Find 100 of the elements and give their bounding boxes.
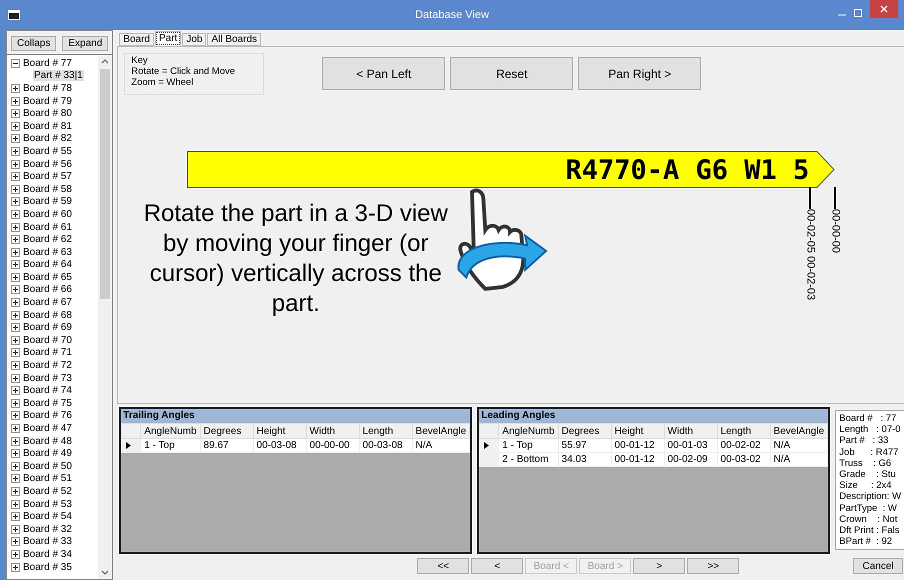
expand-icon[interactable] (11, 436, 20, 446)
column-header[interactable]: BevelAngle (412, 424, 470, 438)
tree-item[interactable]: Board # 80 (22, 108, 73, 120)
collapse-button[interactable]: Collaps (11, 36, 56, 51)
cancel-button[interactable]: Cancel (853, 558, 904, 574)
column-header[interactable]: AngleNumb (498, 424, 558, 438)
tab[interactable]: All Boards (207, 33, 262, 46)
expand-icon[interactable] (11, 122, 20, 131)
column-header[interactable]: Degrees (558, 424, 612, 438)
expand-icon[interactable] (11, 562, 20, 572)
expand-icon[interactable] (11, 210, 20, 219)
nav-button[interactable]: > (633, 558, 686, 574)
tree-item[interactable]: Board # 57 (22, 171, 73, 182)
tree-item[interactable]: Board # 47 (22, 423, 73, 434)
tree-item[interactable]: Board # 75 (22, 398, 73, 409)
tree-item[interactable]: Board # 68 (22, 310, 73, 321)
column-header[interactable]: Width (306, 424, 360, 438)
tree-item[interactable]: Board # 58 (22, 184, 73, 195)
tree-item[interactable]: Board # 67 (22, 297, 73, 308)
tree-item[interactable]: Board # 65 (22, 272, 73, 283)
tree-item[interactable]: Board # 49 (22, 448, 73, 460)
expand-icon[interactable] (11, 310, 20, 320)
tree-item[interactable]: Board # 48 (22, 436, 73, 447)
expand-icon[interactable] (11, 361, 20, 370)
expand-icon[interactable] (11, 172, 20, 182)
expand-icon[interactable] (11, 146, 20, 156)
tree-item[interactable]: Board # 81 (22, 120, 73, 132)
tree-item[interactable]: Board # 71 (22, 347, 73, 358)
tree-item[interactable]: Board # 55 (22, 146, 73, 157)
expand-icon[interactable] (11, 374, 20, 383)
tree-item[interactable]: Board # 60 (22, 208, 73, 220)
expand-icon[interactable] (11, 96, 20, 106)
column-header[interactable]: BevelAngle (770, 424, 828, 438)
column-header[interactable]: Height (611, 424, 664, 438)
expand-icon[interactable] (11, 285, 20, 294)
part-viewer[interactable] (117, 46, 904, 404)
tree-item[interactable]: Board # 70 (22, 334, 73, 346)
expand-icon[interactable] (11, 84, 20, 93)
tree-item[interactable]: Board # 59 (22, 196, 73, 208)
tree-item[interactable]: Board # 77 (22, 58, 73, 69)
tree-item[interactable]: Part # 33|1 (33, 70, 84, 82)
view-button[interactable]: Pan Right > (578, 57, 702, 90)
column-header[interactable]: Degrees (200, 424, 254, 438)
scroll-up-icon[interactable] (101, 58, 110, 64)
expand-icon[interactable] (11, 336, 20, 345)
tree-item[interactable]: Board # 53 (22, 498, 73, 510)
row-header[interactable] (122, 438, 141, 452)
tree-item[interactable]: Board # 56 (22, 158, 73, 170)
expand-icon[interactable] (11, 449, 20, 458)
expand-icon[interactable] (11, 348, 20, 358)
expand-icon[interactable] (11, 424, 20, 434)
expand-icon[interactable] (11, 197, 20, 206)
expand-icon[interactable] (11, 524, 20, 534)
expand-icon[interactable] (11, 398, 20, 408)
tree-item[interactable]: Board # 33 (22, 536, 73, 548)
tab[interactable]: Part (154, 31, 182, 46)
tree-item[interactable]: Board # 78 (22, 82, 73, 94)
view-button[interactable]: < Pan Left (322, 57, 446, 90)
expand-icon[interactable] (11, 411, 20, 420)
tree-item[interactable]: Board # 34 (22, 548, 73, 560)
expand-icon[interactable] (11, 500, 20, 509)
tree-item[interactable]: Board # 69 (22, 322, 73, 334)
tree-item[interactable]: Board # 62 (22, 234, 73, 246)
tree-item[interactable]: Board # 79 (22, 96, 73, 107)
tree-item[interactable]: Board # 66 (22, 284, 73, 296)
tree-item[interactable]: Board # 32 (22, 524, 73, 535)
expand-icon[interactable] (11, 474, 20, 484)
expand-icon[interactable] (11, 298, 20, 308)
tab[interactable]: Job (182, 33, 206, 46)
expand-icon[interactable] (11, 512, 20, 522)
tree-item[interactable]: Board # 35 (22, 562, 73, 573)
expand-icon[interactable] (11, 235, 20, 244)
tree-item[interactable]: Board # 61 (22, 222, 73, 233)
expand-icon[interactable] (11, 386, 20, 396)
expand-icon[interactable] (11, 160, 20, 169)
expand-icon[interactable] (11, 184, 20, 194)
scrollbar[interactable] (98, 55, 112, 579)
column-header[interactable]: Length (717, 424, 770, 438)
expand-icon[interactable] (11, 109, 20, 118)
part-bar[interactable] (187, 151, 836, 188)
column-header[interactable]: Width (664, 424, 718, 438)
expand-icon[interactable] (11, 462, 20, 471)
tree-item[interactable]: Board # 51 (22, 473, 73, 484)
row-header[interactable] (480, 438, 499, 452)
tree-item[interactable]: Board # 72 (22, 360, 73, 372)
expand-icon[interactable] (11, 260, 20, 270)
nav-button[interactable]: << (417, 558, 470, 574)
expand-icon[interactable] (11, 272, 20, 282)
expand-icon[interactable] (11, 248, 20, 257)
expand-icon[interactable] (11, 222, 20, 232)
tree-item[interactable]: Board # 76 (22, 410, 73, 422)
tree-item[interactable]: Board # 64 (22, 259, 73, 270)
tree-item[interactable]: Board # 63 (22, 246, 73, 258)
expand-icon[interactable] (11, 486, 20, 496)
collapse-icon[interactable] (11, 58, 20, 68)
expand-icon[interactable] (11, 537, 20, 546)
scroll-down-icon[interactable] (101, 570, 110, 576)
tree-item[interactable]: Board # 74 (22, 385, 73, 396)
expand-button[interactable]: Expand (62, 36, 108, 51)
view-button[interactable]: Reset (450, 57, 574, 90)
